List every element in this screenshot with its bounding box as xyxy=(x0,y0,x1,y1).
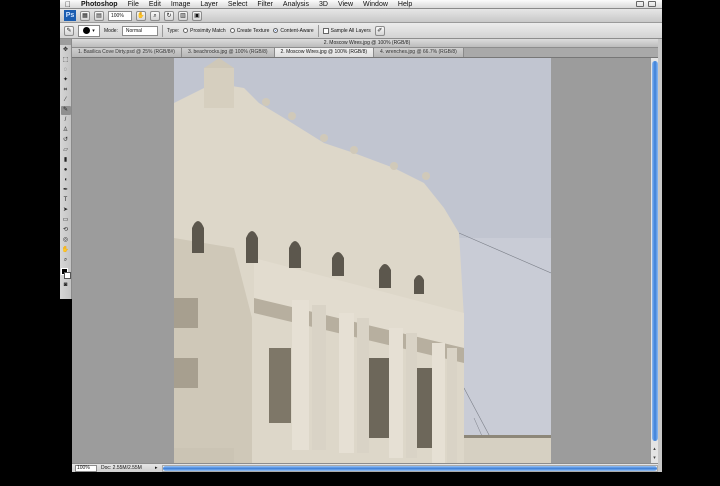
zoom-level-field[interactable]: 100% xyxy=(108,10,132,21)
divider xyxy=(317,24,319,37)
spot-healing-tool-icon[interactable]: ✎ xyxy=(60,106,71,115)
hand-tool-icon[interactable]: ✋ xyxy=(136,10,146,21)
quick-select-tool-icon[interactable]: ✦ xyxy=(61,76,71,85)
type-tool-icon[interactable]: T xyxy=(61,196,71,205)
document-info[interactable]: Doc: 2.55M/2.55M xyxy=(101,465,151,471)
panel-grip[interactable] xyxy=(60,39,71,45)
display-icon[interactable] xyxy=(636,1,644,7)
marquee-tool-icon[interactable]: ⬚ xyxy=(61,56,71,65)
menu-image[interactable]: Image xyxy=(166,0,195,9)
window-icon[interactable] xyxy=(648,1,656,7)
shape-tool-icon[interactable]: ▭ xyxy=(61,216,71,225)
menu-filter[interactable]: Filter xyxy=(252,0,278,9)
quick-mask-icon[interactable]: ◙ xyxy=(61,281,71,290)
rotate-view-icon[interactable]: ↻ xyxy=(164,10,174,21)
history-brush-tool-icon[interactable]: ↺ xyxy=(61,136,71,145)
window-edge xyxy=(658,39,662,472)
menu-edit[interactable]: Edit xyxy=(144,0,166,9)
bridge-icon[interactable]: ▦ xyxy=(80,10,90,21)
radio-content-aware[interactable]: Content-Aware xyxy=(273,28,314,34)
menu-help[interactable]: Help xyxy=(393,0,417,9)
eraser-tool-icon[interactable]: ▱ xyxy=(61,146,71,155)
menubar-status-icons xyxy=(636,1,662,7)
pressure-size-icon[interactable]: ✐ xyxy=(374,25,385,36)
radio-proximity-match[interactable]: Proximity Match xyxy=(183,28,226,34)
menu-app-name[interactable]: Photoshop xyxy=(76,0,123,9)
chevron-down-icon: ▾ xyxy=(92,27,95,34)
apple-icon[interactable]:  xyxy=(60,0,76,9)
mini-bridge-icon[interactable]: ▤ xyxy=(94,10,104,21)
mode-select[interactable]: Normal xyxy=(121,25,158,36)
status-zoom-field[interactable]: 100% xyxy=(75,464,97,472)
zoom-tool-icon[interactable]: ⌕ xyxy=(150,10,160,21)
scroll-arrows-icon[interactable]: ▴ ▾ xyxy=(651,445,658,463)
status-menu-arrow-icon[interactable]: ▸ xyxy=(155,465,158,471)
clone-stamp-tool-icon[interactable]: ♙ xyxy=(61,126,71,135)
radio-create-texture[interactable]: Create Texture xyxy=(229,28,269,34)
tab-moscow-wires[interactable]: 2. Moscow Wires.jpg @ 100% (RGB/8) xyxy=(274,48,375,57)
application-bar: Ps ▦ ▤ 100% ✋ ⌕ ↻ ▥ ▣ xyxy=(60,9,662,23)
menu-bar:  Photoshop File Edit Image Layer Select… xyxy=(60,0,662,9)
horizontal-scroll-thumb[interactable] xyxy=(162,465,657,471)
background-color[interactable] xyxy=(63,272,71,279)
menu-window[interactable]: Window xyxy=(358,0,393,9)
divider xyxy=(161,24,163,37)
blur-tool-icon[interactable]: ● xyxy=(61,166,71,175)
status-bar: 100% Doc: 2.55M/2.55M ▸ xyxy=(72,463,658,472)
type-label: Type: xyxy=(166,27,180,34)
tools-panel: ✥ ⬚ ◌ ✦ ⌗ ⁄ ✎ / ♙ ↺ ▱ ▮ ● ◖ ✒ T ➤ ▭ ⟲ ◎ … xyxy=(60,39,72,299)
menu-layer[interactable]: Layer xyxy=(195,0,223,9)
menu-view[interactable]: View xyxy=(333,0,358,9)
options-bar: ✎ ▾ Mode: Normal Type: Proximity Match C… xyxy=(60,23,662,39)
spot-healing-brush-icon[interactable]: ✎ xyxy=(64,25,74,36)
gradient-tool-icon[interactable]: ▮ xyxy=(61,156,71,165)
move-tool-icon[interactable]: ✥ xyxy=(61,46,71,55)
dodge-tool-icon[interactable]: ◖ xyxy=(61,176,71,185)
menu-select[interactable]: Select xyxy=(223,0,252,9)
sample-all-layers-checkbox[interactable]: Sample All Layers xyxy=(322,27,371,34)
zoom-tool-icon[interactable]: ⌕ xyxy=(61,256,71,265)
3d-orbit-tool-icon[interactable]: ◎ xyxy=(61,236,71,245)
mode-label: Mode: xyxy=(104,27,118,34)
eyedropper-tool-icon[interactable]: ⁄ xyxy=(61,96,71,105)
color-swatches[interactable] xyxy=(60,268,71,280)
hand-tool-icon[interactable]: ✋ xyxy=(61,246,71,255)
brush-tip-icon xyxy=(83,27,91,34)
arrange-documents-icon[interactable]: ▥ xyxy=(178,10,188,21)
document-tabs: 1. Basilica Cove Dirty.psd @ 25% (RGB/8#… xyxy=(72,48,662,58)
brush-preset-picker[interactable]: ▾ xyxy=(78,24,100,37)
brush-tool-icon[interactable]: / xyxy=(61,116,71,125)
tab-wrenches[interactable]: 4. wrenches.jpg @ 66.7% (RGB/8) xyxy=(374,48,464,57)
menu-file[interactable]: File xyxy=(123,0,144,9)
path-select-tool-icon[interactable]: ➤ xyxy=(61,206,71,215)
lasso-tool-icon[interactable]: ◌ xyxy=(61,66,71,75)
horizontal-scrollbar[interactable] xyxy=(161,464,658,472)
document-image[interactable] xyxy=(174,58,551,463)
3d-rotate-tool-icon[interactable]: ⟲ xyxy=(61,226,71,235)
tab-beachrocks[interactable]: 3. beachrocks.jpg @ 100% (RGB/8) xyxy=(181,48,275,57)
screen-mode-icon[interactable]: ▣ xyxy=(192,10,202,21)
vertical-scrollbar[interactable]: ▴ ▾ xyxy=(650,58,658,463)
building-photo xyxy=(174,58,551,463)
pen-tool-icon[interactable]: ✒ xyxy=(61,186,71,195)
menu-analysis[interactable]: Analysis xyxy=(278,0,314,9)
tab-basilica-cove[interactable]: 1. Basilica Cove Dirty.psd @ 25% (RGB/8#… xyxy=(72,48,182,57)
canvas-area[interactable] xyxy=(72,58,650,463)
photoshop-logo[interactable]: Ps xyxy=(64,10,76,21)
document-title: 2. Moscow Wires.jpg @ 100% (RGB/8) xyxy=(72,39,662,48)
menu-3d[interactable]: 3D xyxy=(314,0,333,9)
crop-tool-icon[interactable]: ⌗ xyxy=(61,86,71,95)
